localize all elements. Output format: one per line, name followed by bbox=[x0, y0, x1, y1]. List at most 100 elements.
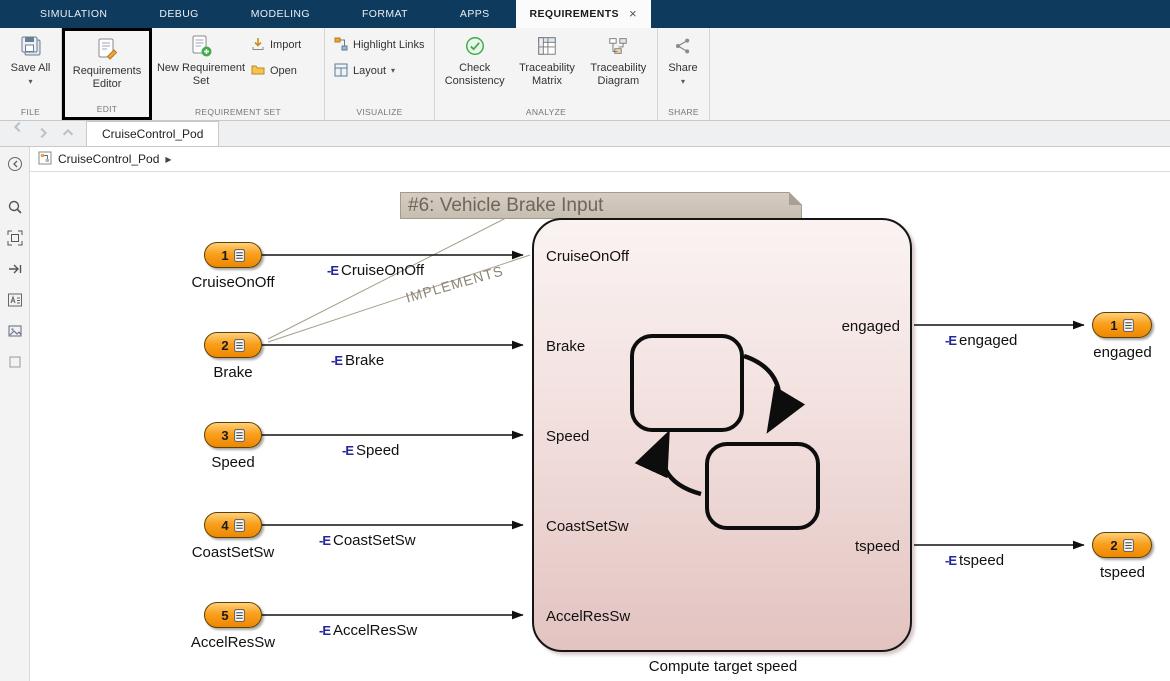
tab-apps[interactable]: APPS bbox=[434, 0, 516, 28]
requirement-badge-icon bbox=[233, 338, 245, 352]
save-all-label: Save All bbox=[10, 62, 51, 74]
inport-name[interactable]: AccelResSw bbox=[163, 634, 303, 651]
outport-block-2[interactable]: 2 bbox=[1092, 532, 1152, 558]
hide-explorer-icon[interactable] bbox=[6, 155, 24, 173]
model-icon bbox=[38, 151, 52, 168]
section-visualize: Highlight Links Layout ▾ VISUALIZE bbox=[325, 28, 435, 120]
import-icon bbox=[251, 37, 265, 54]
new-requirement-set-button[interactable]: New Requirement Set bbox=[155, 28, 247, 88]
signal-name: Brake bbox=[345, 351, 385, 369]
inport-block-3[interactable]: 3 bbox=[204, 422, 262, 448]
forward-arrow-icon[interactable] bbox=[34, 124, 52, 142]
signal-name: CoastSetSw bbox=[333, 531, 416, 549]
outport-name[interactable]: engaged bbox=[1080, 344, 1165, 361]
new-requirement-set-label: New Requirement Set bbox=[156, 62, 246, 87]
save-all-button[interactable]: Save All ▾ bbox=[3, 28, 58, 86]
requirement-badge-icon bbox=[233, 248, 245, 262]
tab-modeling[interactable]: MODELING bbox=[225, 0, 336, 28]
outport-number: 2 bbox=[1110, 537, 1118, 553]
empty-box-icon[interactable] bbox=[6, 353, 24, 371]
log-badge-icon: -E bbox=[945, 332, 957, 348]
inport-name[interactable]: Brake bbox=[163, 364, 303, 381]
step-forward-icon[interactable] bbox=[6, 260, 24, 278]
breadcrumb-item-model[interactable]: CruiseControl_Pod bbox=[58, 152, 159, 166]
chart-input-label: Speed bbox=[546, 428, 590, 445]
requirement-annotation[interactable]: #6: Vehicle Brake Input bbox=[400, 192, 802, 219]
requirements-editor-icon bbox=[94, 36, 120, 62]
chevron-down-icon[interactable]: ▾ bbox=[681, 77, 685, 86]
check-consistency-button[interactable]: Check Consistency bbox=[438, 28, 511, 88]
requirement-badge-icon bbox=[233, 518, 245, 532]
section-file: Save All ▾ FILE bbox=[0, 28, 62, 120]
traceability-matrix-label: Traceability Matrix bbox=[519, 62, 575, 87]
annotation-legend-icon[interactable] bbox=[6, 291, 24, 309]
inport-name[interactable]: CoastSetSw bbox=[163, 544, 303, 561]
chevron-down-icon[interactable]: ▾ bbox=[28, 77, 32, 86]
open-button[interactable]: Open bbox=[247, 62, 305, 80]
signal-label-engaged[interactable]: -E engaged bbox=[945, 331, 1017, 349]
signal-label-speed[interactable]: -E Speed bbox=[342, 441, 399, 459]
annotation-fold-icon bbox=[789, 192, 802, 205]
inport-name[interactable]: Speed bbox=[163, 454, 303, 471]
log-badge-icon: -E bbox=[327, 262, 339, 278]
check-consistency-label: Check Consistency bbox=[444, 62, 505, 87]
section-label-visualize: VISUALIZE bbox=[356, 107, 403, 117]
tab-requirements[interactable]: REQUIREMENTS × bbox=[515, 0, 651, 28]
requirement-badge-icon bbox=[233, 608, 245, 622]
signal-label-coastsetsw[interactable]: -E CoastSetSw bbox=[319, 531, 416, 549]
check-circle-icon bbox=[462, 33, 488, 59]
inport-block-1[interactable]: 1 bbox=[204, 242, 262, 268]
traceability-matrix-button[interactable]: Traceability Matrix bbox=[511, 28, 582, 88]
tab-debug[interactable]: DEBUG bbox=[133, 0, 224, 28]
inport-name[interactable]: CruiseOnOff bbox=[163, 274, 303, 291]
outport-block-1[interactable]: 1 bbox=[1092, 312, 1152, 338]
layout-button[interactable]: Layout ▾ bbox=[330, 62, 429, 80]
highlight-links-label: Highlight Links bbox=[353, 39, 425, 51]
signal-name: engaged bbox=[959, 331, 1018, 349]
zoom-icon[interactable] bbox=[6, 198, 24, 216]
outport-name[interactable]: tspeed bbox=[1080, 564, 1165, 581]
inport-block-5[interactable]: 5 bbox=[204, 602, 262, 628]
import-button[interactable]: Import bbox=[247, 36, 305, 54]
state-box-lower[interactable] bbox=[705, 442, 820, 530]
signal-label-cruiseonoff[interactable]: -E CruiseOnOff bbox=[327, 261, 424, 279]
fit-to-view-icon[interactable] bbox=[6, 229, 24, 247]
new-requirement-set-icon bbox=[188, 33, 214, 59]
back-arrow-icon[interactable] bbox=[9, 118, 27, 136]
close-icon[interactable]: × bbox=[629, 0, 637, 28]
signal-label-brake[interactable]: -E Brake bbox=[331, 351, 384, 369]
log-badge-icon: -E bbox=[945, 552, 957, 568]
share-button[interactable]: Share ▾ bbox=[661, 28, 705, 86]
inport-block-4[interactable]: 4 bbox=[204, 512, 262, 538]
section-label-analyze: ANALYZE bbox=[525, 107, 567, 117]
state-box-upper[interactable] bbox=[630, 334, 744, 432]
tab-format[interactable]: FORMAT bbox=[336, 0, 434, 28]
inport-number: 5 bbox=[221, 607, 229, 623]
layout-label: Layout bbox=[353, 65, 387, 77]
chart-block[interactable]: CruiseOnOff Brake Speed CoastSetSw Accel… bbox=[532, 218, 912, 652]
inport-block-2[interactable]: 2 bbox=[204, 332, 262, 358]
section-requirement-set: New Requirement Set Import Open REQUIREM… bbox=[152, 28, 325, 120]
chart-input-label: AccelResSw bbox=[546, 608, 631, 625]
highlight-links-button[interactable]: Highlight Links bbox=[330, 36, 429, 54]
document-tab-cruisecontrol[interactable]: CruiseControl_Pod bbox=[86, 121, 220, 146]
tab-simulation[interactable]: SIMULATION bbox=[14, 0, 133, 28]
matrix-grid-icon bbox=[534, 33, 560, 59]
chevron-down-icon[interactable]: ▾ bbox=[391, 67, 395, 75]
viewmarks-icon[interactable] bbox=[6, 322, 24, 340]
signal-label-tspeed[interactable]: -E tspeed bbox=[945, 551, 1004, 569]
section-label-share: SHARE bbox=[668, 107, 699, 117]
chart-name-label[interactable]: Compute target speed bbox=[612, 658, 834, 675]
traceability-diagram-button[interactable]: Traceability Diagram bbox=[583, 28, 654, 88]
signal-label-accelressw[interactable]: -E AccelResSw bbox=[319, 621, 417, 639]
import-label: Import bbox=[270, 39, 302, 51]
requirement-badge-icon bbox=[1122, 318, 1134, 332]
up-arrow-icon[interactable] bbox=[59, 124, 77, 142]
palette-sidebar bbox=[0, 147, 30, 681]
model-canvas[interactable]: #6: Vehicle Brake Input CruiseOnOff Brak… bbox=[30, 172, 1169, 681]
chart-input-label: CruiseOnOff bbox=[546, 248, 630, 265]
requirements-editor-button[interactable]: Requirements Editor bbox=[68, 31, 146, 91]
breadcrumb-arrow-icon[interactable]: ▶ bbox=[165, 155, 171, 164]
chart-output-label: tspeed bbox=[854, 538, 900, 555]
signal-name: CruiseOnOff bbox=[341, 261, 425, 279]
